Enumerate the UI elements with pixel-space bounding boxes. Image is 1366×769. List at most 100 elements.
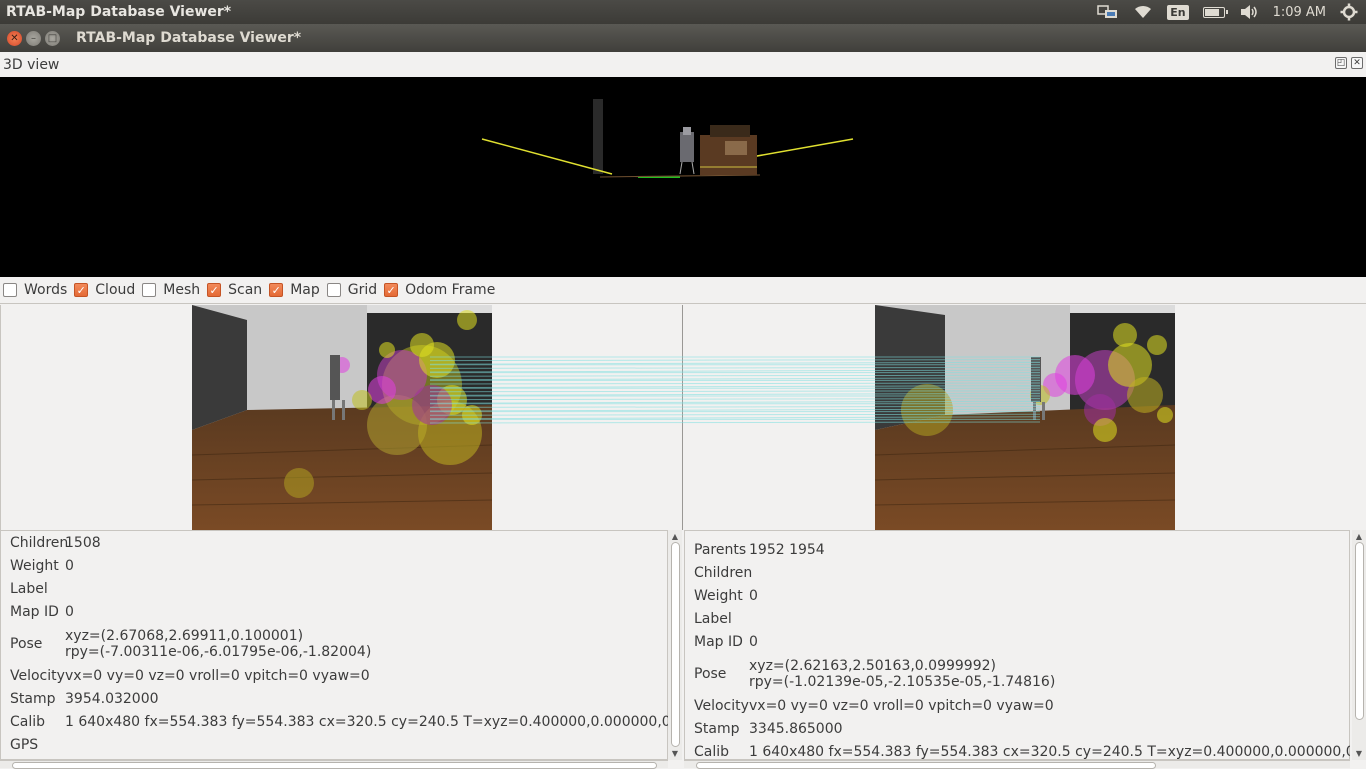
left-image-panel[interactable] bbox=[0, 305, 683, 530]
top-panel-app-title: RTAB-Map Database Viewer* bbox=[6, 4, 232, 20]
info-row: Stamp 3954.032000 bbox=[1, 687, 667, 710]
info-key: Children bbox=[10, 534, 69, 551]
info-key: Label bbox=[694, 610, 732, 627]
info-value: 1 640x480 fx=554.383 fy=554.383 cx=320.5… bbox=[65, 713, 668, 730]
gear-icon[interactable] bbox=[1340, 3, 1358, 21]
right-info-vertical-scrollbar[interactable]: ▲ ▼ bbox=[1352, 530, 1366, 760]
left-node-info: Children 1508 Weight 0 Label Map ID 0 Pose xyz=(… bbox=[0, 530, 668, 760]
info-row: Velocity vx=0 vy=0 vz=0 vroll=0 vpitch=0 … bbox=[685, 694, 1349, 717]
checkbox-words[interactable]: Words bbox=[3, 282, 67, 298]
indicator-area: En 1:09 AM bbox=[1097, 0, 1358, 24]
info-value: 1 640x480 fx=554.383 fy=554.383 cx=320.5… bbox=[749, 743, 1350, 760]
checkbox-cloud[interactable]: ✓ Cloud bbox=[74, 282, 135, 298]
checkbox-label: Map bbox=[290, 282, 320, 298]
checkmark-icon[interactable]: ✓ bbox=[74, 283, 89, 297]
checkbox-scan[interactable]: ✓ Scan bbox=[207, 282, 262, 298]
float-icon[interactable]: ◰ bbox=[1335, 57, 1347, 69]
checkmark-icon[interactable]: ✓ bbox=[384, 283, 399, 297]
info-key: Calib bbox=[694, 743, 730, 760]
close-icon[interactable]: ✕ bbox=[1351, 57, 1363, 69]
info-key: Parents bbox=[694, 541, 747, 558]
info-row: Stamp 3345.865000 bbox=[685, 717, 1349, 740]
display-options-bar: Words ✓ Cloud Mesh ✓ Scan ✓ Map Grid ✓ Odom Frame bbox=[0, 277, 1366, 304]
keyboard-layout-indicator[interactable]: En bbox=[1167, 4, 1189, 20]
info-row-pose: Pose xyz=(2.67068,2.69911,0.100001) rpy=(-… bbox=[1, 623, 667, 664]
scroll-up-icon[interactable]: ▲ bbox=[1354, 532, 1364, 541]
left-info-vertical-scrollbar[interactable]: ▲ ▼ bbox=[668, 530, 682, 760]
pose-value: xyz=(2.67068,2.69911,0.100001) rpy=(-7.00… bbox=[65, 628, 371, 660]
checkbox-odom-frame[interactable]: ✓ Odom Frame bbox=[384, 282, 495, 298]
right-node-info: Parents 1952 1954 Children Weight 0 Label Map … bbox=[684, 530, 1350, 760]
checkmark-icon[interactable]: ✓ bbox=[269, 283, 284, 297]
checkbox-grid[interactable]: Grid bbox=[326, 282, 377, 298]
info-row: Map ID 0 bbox=[1, 600, 667, 623]
left-info-horizontal-scrollbar[interactable] bbox=[0, 760, 668, 769]
pose-rpy: rpy=(-1.02139e-05,-2.10535e-05,-1.74816) bbox=[749, 673, 1056, 690]
checkbox-empty-icon[interactable] bbox=[142, 283, 157, 297]
volume-icon[interactable] bbox=[1239, 4, 1259, 20]
window-title-bar: ✕ – □ RTAB-Map Database Viewer* bbox=[0, 24, 1366, 52]
3d-chair bbox=[679, 127, 695, 175]
info-row: GPS bbox=[1, 733, 667, 756]
info-key: Pose bbox=[694, 665, 727, 682]
dock-header: 3D view ◰ ✕ bbox=[0, 52, 1366, 77]
info-value: 3345.865000 bbox=[749, 720, 843, 737]
3d-table bbox=[700, 125, 757, 175]
info-key: Weight bbox=[694, 587, 743, 604]
info-key: Stamp bbox=[10, 690, 56, 707]
checkbox-empty-icon[interactable] bbox=[326, 283, 341, 297]
info-value: 3954.032000 bbox=[65, 690, 159, 707]
checkbox-mesh[interactable]: Mesh bbox=[142, 282, 200, 298]
battery-icon[interactable] bbox=[1202, 6, 1228, 18]
clock[interactable]: 1:09 AM bbox=[1273, 5, 1326, 20]
checkbox-label: Scan bbox=[228, 282, 263, 298]
info-value: 1952 1954 bbox=[749, 541, 825, 558]
info-row: Calib 1 640x480 fx=554.383 fy=554.383 cx=… bbox=[685, 740, 1350, 760]
info-row: Label bbox=[685, 607, 1349, 630]
checkbox-map[interactable]: ✓ Map bbox=[269, 282, 320, 298]
info-row: Velocity vx=0 vy=0 vz=0 vroll=0 vpitch=0 … bbox=[1, 664, 667, 687]
checkmark-icon[interactable]: ✓ bbox=[207, 283, 222, 297]
info-key: GPS bbox=[10, 736, 39, 753]
right-info-horizontal-scrollbar[interactable] bbox=[684, 760, 1350, 769]
info-row: Calib 1 640x480 fx=554.383 fy=554.383 cx=… bbox=[1, 710, 668, 733]
info-value: 0 bbox=[65, 557, 74, 574]
close-icon[interactable]: ✕ bbox=[7, 30, 22, 46]
info-key: Map ID bbox=[10, 603, 59, 620]
network-icon[interactable] bbox=[1097, 4, 1119, 20]
info-value: 0 bbox=[65, 603, 74, 620]
3d-view-canvas[interactable] bbox=[0, 77, 1366, 277]
checkbox-label: Words bbox=[24, 282, 68, 298]
scroll-thumb[interactable] bbox=[1355, 542, 1364, 720]
top-panel: RTAB-Map Database Viewer* En 1:09 AM bbox=[0, 0, 1366, 24]
scroll-down-icon[interactable]: ▼ bbox=[670, 749, 680, 758]
pose-xyz: xyz=(2.67068,2.69911,0.100001) bbox=[65, 627, 304, 644]
right-camera-image bbox=[875, 305, 1175, 530]
scroll-thumb[interactable] bbox=[671, 542, 680, 747]
info-value: 0 bbox=[749, 633, 758, 650]
wifi-icon[interactable] bbox=[1133, 4, 1153, 20]
scroll-up-icon[interactable]: ▲ bbox=[670, 532, 680, 541]
info-value: 1508 bbox=[65, 534, 101, 551]
info-row: Children bbox=[685, 561, 1349, 584]
info-key: Children bbox=[694, 564, 753, 581]
info-value: vx=0 vy=0 vz=0 vroll=0 vpitch=0 vyaw=0 bbox=[65, 667, 370, 684]
window-title: RTAB-Map Database Viewer* bbox=[76, 30, 302, 46]
maximize-icon[interactable]: □ bbox=[45, 30, 60, 46]
info-key: Velocity bbox=[10, 667, 65, 684]
info-key: Velocity bbox=[694, 697, 749, 714]
right-image-panel[interactable] bbox=[684, 305, 1366, 530]
3d-scan-line-left bbox=[481, 138, 613, 175]
checkbox-label: Mesh bbox=[163, 282, 201, 298]
checkbox-empty-icon[interactable] bbox=[3, 283, 17, 297]
info-key: Map ID bbox=[694, 633, 743, 650]
pose-rpy: rpy=(-7.00311e-06,-6.01795e-06,-1.82004) bbox=[65, 643, 372, 660]
info-key: Label bbox=[10, 580, 48, 597]
pose-value: xyz=(2.62163,2.50163,0.0999992) rpy=(-1.0… bbox=[749, 658, 1055, 690]
minimize-icon[interactable]: – bbox=[26, 30, 41, 46]
checkbox-label: Cloud bbox=[95, 282, 136, 298]
scroll-down-icon[interactable]: ▼ bbox=[1354, 749, 1364, 758]
pose-xyz: xyz=(2.62163,2.50163,0.0999992) bbox=[749, 657, 996, 674]
info-row: Weight 0 bbox=[685, 584, 1349, 607]
info-key: Stamp bbox=[694, 720, 740, 737]
